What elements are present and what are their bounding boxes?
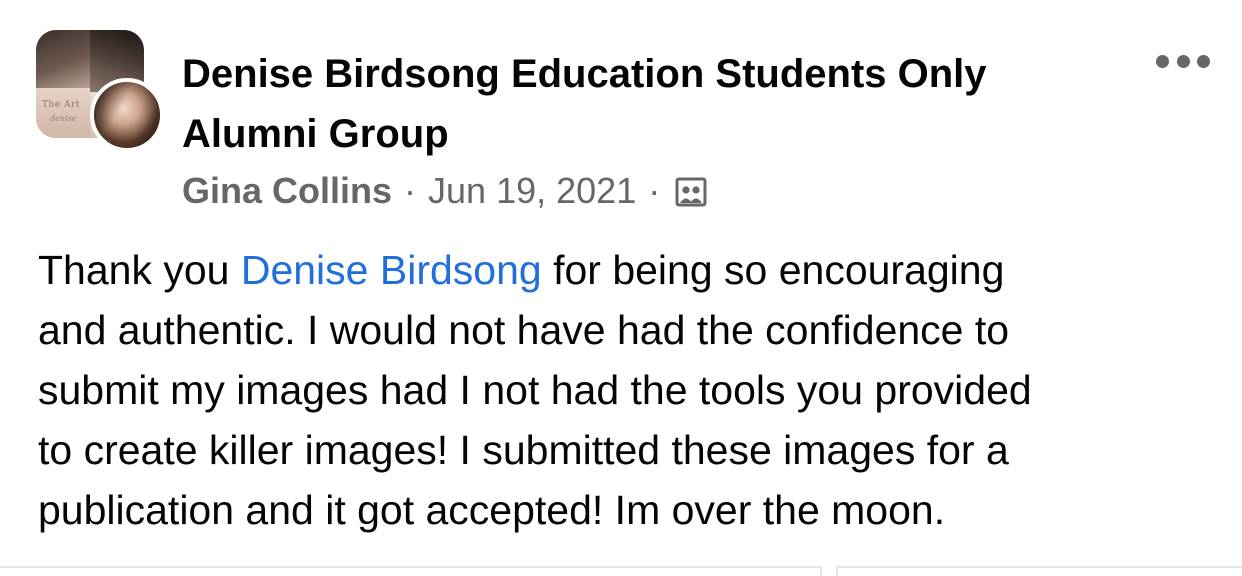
- post-text-line: publication and it got accepted! Im over…: [38, 487, 946, 533]
- group-name-line: Alumni Group: [182, 112, 449, 156]
- group-name-line: Denise Birdsong Education Students Only: [182, 52, 987, 96]
- post-text-line: and authentic. I would not have had the …: [38, 307, 1010, 353]
- meta-separator: ·: [404, 170, 417, 211]
- author-name-link[interactable]: Gina Collins: [182, 168, 392, 214]
- author-avatar[interactable]: [90, 78, 164, 152]
- attached-image[interactable]: [0, 566, 822, 576]
- group-logo-script: denise: [50, 114, 77, 123]
- group-post: The Art denise Denise Birdsong Education…: [0, 0, 1242, 576]
- more-dot: [1156, 54, 1169, 68]
- post-text-line: to create killer images! I submitted the…: [38, 427, 1009, 473]
- avatar-stack[interactable]: The Art denise: [36, 30, 164, 154]
- post-text-segment: for being so encouraging: [541, 247, 1005, 293]
- attached-image[interactable]: [836, 566, 1242, 576]
- post-text-line: Thank you Denise Birdsong for being so e…: [38, 240, 1208, 300]
- post-date-link[interactable]: Jun 19, 2021: [428, 168, 636, 214]
- post-text-line: submit my images had I not had the tools…: [38, 367, 1032, 413]
- more-dot: [1197, 54, 1210, 68]
- more-dot: [1176, 54, 1190, 68]
- members-group-icon[interactable]: [674, 174, 708, 208]
- group-photo-tile: [36, 88, 90, 138]
- mention-link[interactable]: Denise Birdsong: [241, 247, 542, 293]
- more-options-icon[interactable]: [1156, 46, 1210, 76]
- post-text: Thank you Denise Birdsong for being so e…: [38, 240, 1208, 540]
- post-meta: Gina Collins · Jun 19, 2021 ·: [182, 168, 708, 214]
- meta-separator: ·: [648, 170, 661, 211]
- group-name-link[interactable]: Denise Birdsong Education Students Only …: [182, 44, 1082, 164]
- attached-images: [0, 566, 1242, 576]
- group-logo-text: The Art: [42, 100, 80, 110]
- post-text-segment: Thank you: [38, 247, 241, 293]
- author-photo: [94, 82, 160, 148]
